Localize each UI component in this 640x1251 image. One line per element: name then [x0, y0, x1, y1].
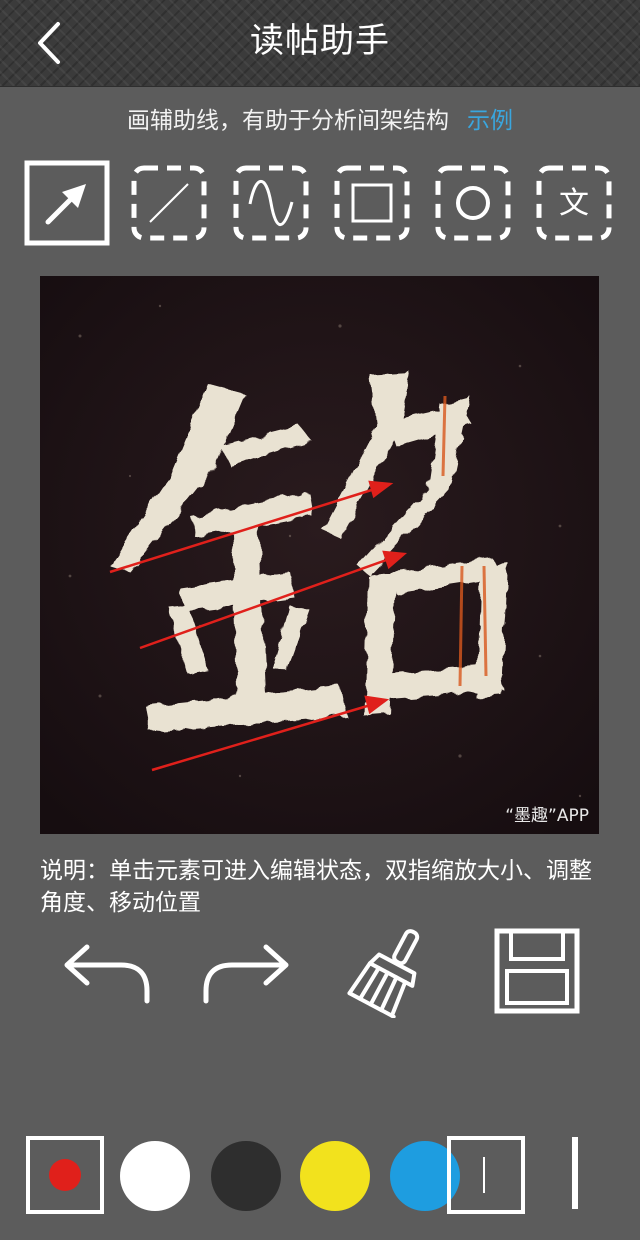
- yellow-swatch-icon: [300, 1141, 370, 1211]
- redo-button[interactable]: [198, 935, 298, 1009]
- tool-line[interactable]: [130, 160, 216, 246]
- color-swatch-yellow[interactable]: [299, 1140, 371, 1216]
- bottom-edge: [0, 1240, 640, 1251]
- text-tool-label: 文: [559, 186, 589, 221]
- action-bar: [0, 925, 640, 1025]
- drawing-canvas[interactable]: “墨趣”APP: [40, 276, 599, 834]
- stroke-width-thick-button[interactable]: [555, 1135, 595, 1219]
- app-header: 读帖助手: [0, 0, 640, 87]
- black-swatch-icon: [211, 1141, 281, 1211]
- tool-curve[interactable]: [232, 160, 318, 246]
- circle-icon: [435, 165, 511, 241]
- rectangle-icon: [334, 165, 410, 241]
- hint-row: 画辅助线，有助于分析间架结构 示例: [0, 104, 640, 138]
- selected-color-icon: [26, 1136, 104, 1214]
- tool-text[interactable]: 文: [535, 160, 621, 246]
- curve-icon: [233, 165, 309, 241]
- calligraphy-image: [40, 276, 599, 834]
- example-link[interactable]: 示例: [467, 108, 513, 134]
- color-swatch-white[interactable]: [119, 1140, 191, 1216]
- tool-circle[interactable]: [434, 160, 520, 246]
- clear-button[interactable]: [345, 923, 440, 1022]
- color-swatch-selected-red[interactable]: [25, 1135, 105, 1219]
- color-swatch-black[interactable]: [210, 1140, 282, 1216]
- save-button[interactable]: [493, 927, 581, 1019]
- redo-icon: [203, 944, 289, 1004]
- stroke-width-thin-button[interactable]: [446, 1135, 526, 1219]
- undo-icon: [64, 944, 150, 1004]
- line-icon: [131, 165, 207, 241]
- undo-button[interactable]: [55, 935, 155, 1009]
- text-icon: 文: [536, 165, 612, 241]
- color-palette: [0, 1135, 640, 1219]
- tool-rectangle[interactable]: [333, 160, 419, 246]
- broom-icon: [347, 929, 420, 1019]
- instructions-text: 说明：单击元素可进入编辑状态，双指缩放大小、调整角度、移动位置: [40, 858, 592, 916]
- white-swatch-icon: [120, 1141, 190, 1211]
- page-title: 读帖助手: [250, 21, 390, 61]
- hint-text: 画辅助线，有助于分析间架结构: [127, 108, 449, 134]
- arrow-pointer-icon: [24, 160, 110, 246]
- watermark: “墨趣”APP: [505, 806, 589, 826]
- floppy-disk-icon: [494, 928, 580, 1014]
- drawing-toolbar: 文: [0, 160, 640, 250]
- thin-stroke-icon: [447, 1136, 525, 1214]
- tool-select[interactable]: [24, 160, 110, 246]
- thick-stroke-icon: [572, 1137, 578, 1209]
